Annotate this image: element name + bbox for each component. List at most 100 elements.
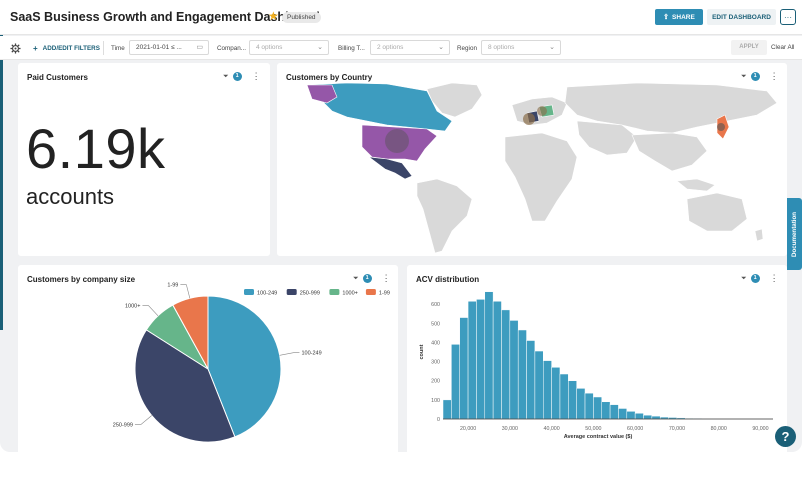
pie-slice-label: 100-249 xyxy=(301,351,321,357)
histogram-bar[interactable] xyxy=(467,301,477,420)
histogram-bar[interactable] xyxy=(484,291,494,420)
histogram-bar[interactable] xyxy=(618,408,628,420)
histogram-bar[interactable] xyxy=(568,380,577,420)
histogram-bar[interactable] xyxy=(643,414,653,420)
status-badge: Published xyxy=(282,12,321,23)
histogram-bar[interactable] xyxy=(651,415,661,420)
x-tick-label: 80,000 xyxy=(711,426,727,432)
add-edit-filters-button[interactable]: + ADD/EDIT FILTERS xyxy=(33,36,100,60)
histogram-bar[interactable] xyxy=(459,317,469,420)
x-tick-label: 20,000 xyxy=(460,426,476,432)
histogram-bar[interactable] xyxy=(551,367,561,420)
chevron-down-icon: ⌄ xyxy=(549,44,555,51)
x-tick-label: 70,000 xyxy=(669,426,685,432)
plus-icon: + xyxy=(33,43,38,53)
histogram-bar[interactable] xyxy=(442,399,452,420)
filter-time-value: 2021-01-01 ≤ ... xyxy=(136,44,182,51)
filter-label-company: Compan... xyxy=(217,44,247,52)
histogram-bar[interactable] xyxy=(476,299,486,420)
dashboard-header: SaaS Business Growth and Engagement Dash… xyxy=(0,0,802,35)
share-icon: ⇪ xyxy=(663,14,670,21)
x-tick-label: 40,000 xyxy=(544,426,560,432)
clear-all-button[interactable]: Clear All xyxy=(771,40,794,55)
documentation-tab[interactable]: Documentation xyxy=(787,198,802,270)
help-button[interactable]: ? xyxy=(775,426,796,447)
histogram-bar[interactable] xyxy=(534,350,544,420)
big-number-subtitle: accounts xyxy=(26,184,115,209)
filter-region-select[interactable]: 8 options ⌄ xyxy=(481,40,561,55)
more-vertical-icon[interactable]: ⋮ xyxy=(770,72,779,81)
filter-billing-select[interactable]: 2 options ⌄ xyxy=(370,40,450,55)
favorite-star-icon[interactable]: ★ xyxy=(268,9,279,23)
pie-leader-line xyxy=(134,415,152,425)
calendar-icon: ▭ xyxy=(196,44,203,51)
share-button-label: SHARE xyxy=(672,13,695,21)
histogram-bar[interactable] xyxy=(526,340,536,420)
card-tools: ⏷ 1 ⋮ xyxy=(223,72,261,81)
legend-label[interactable]: 100-249 xyxy=(257,291,277,297)
customers-by-country-card: Customers by Country ⏷ 1 ⋮ xyxy=(277,63,787,256)
filter-icon[interactable]: ⏷ xyxy=(223,73,229,81)
x-tick-label: 60,000 xyxy=(627,426,643,432)
y-axis-label: count xyxy=(419,344,425,359)
share-button[interactable]: ⇪ SHARE xyxy=(655,9,703,25)
histogram-bar[interactable] xyxy=(609,404,619,420)
edit-dashboard-button[interactable]: EDIT DASHBOARD xyxy=(707,9,776,25)
y-tick-label: 200 xyxy=(431,379,440,385)
histogram-bar[interactable] xyxy=(559,373,569,420)
legend-label[interactable]: 1000+ xyxy=(342,291,357,297)
y-tick-label: 400 xyxy=(431,340,440,346)
card-title: Paid Customers xyxy=(27,73,88,82)
pie-leader-line xyxy=(142,305,159,316)
histogram-bar[interactable] xyxy=(509,320,519,420)
filter-time-select[interactable]: 2021-01-01 ≤ ... ▭ xyxy=(129,40,209,55)
histogram-bar[interactable] xyxy=(576,388,586,420)
filter-label-region: Region xyxy=(457,44,477,52)
filter-count-badge[interactable]: 1 xyxy=(232,72,242,81)
pie-leader-line xyxy=(180,284,191,299)
filter-label-time: Time xyxy=(111,44,125,52)
add-edit-filters-label: ADD/EDIT FILTERS xyxy=(42,44,100,52)
more-vertical-icon[interactable]: ⋮ xyxy=(252,72,261,81)
histogram-bar[interactable] xyxy=(593,396,602,420)
histogram-bar[interactable] xyxy=(451,344,460,420)
y-tick-label: 0 xyxy=(437,417,440,423)
histogram-chart[interactable]: 0 100 200 300 400 500 600 20,000 30,000 40,000 50,… xyxy=(407,265,787,452)
world-map[interactable] xyxy=(277,81,787,256)
histogram-bar[interactable] xyxy=(517,329,527,420)
pie-slice-label: 1-99 xyxy=(167,283,178,289)
histogram-bar[interactable] xyxy=(626,411,636,420)
filter-count-badge[interactable]: 1 xyxy=(750,72,760,81)
chevron-down-icon: ⌄ xyxy=(317,44,323,51)
x-tick-label: 50,000 xyxy=(585,426,601,432)
x-tick-label: 30,000 xyxy=(502,426,518,432)
dashboard-frame: SaaS Business Growth and Engagement Dash… xyxy=(0,0,802,452)
card-tools: ⏷ 1 ⋮ xyxy=(741,72,779,81)
filter-bar: + ADD/EDIT FILTERS Time 2021-01-01 ≤ ...… xyxy=(0,36,802,60)
legend-label[interactable]: 1-99 xyxy=(379,291,390,297)
legend-label[interactable]: 250-999 xyxy=(300,291,320,297)
histogram-bar[interactable] xyxy=(601,401,611,420)
histogram-bar[interactable] xyxy=(543,360,552,420)
filter-billing-value: 2 options xyxy=(377,44,404,51)
histogram-bar[interactable] xyxy=(501,309,511,420)
filter-region-value: 8 options xyxy=(488,44,515,51)
filter-icon[interactable]: ⏷ xyxy=(741,73,747,81)
pie-leader-line xyxy=(279,352,300,356)
filter-label-billing: Billing T... xyxy=(338,44,365,52)
y-tick-label: 300 xyxy=(431,360,440,366)
pie-chart[interactable]: 100-249 250-999 1000+ 1-99 100-249 250-999 100… xyxy=(18,265,398,452)
y-tick-label: 100 xyxy=(431,398,440,404)
histogram-bar[interactable] xyxy=(634,413,644,420)
customers-by-company-size-card: Customers by company size ⏷ 1 ⋮ 100-249 2… xyxy=(18,265,398,452)
filter-divider xyxy=(103,41,104,55)
apply-button[interactable]: APPLY xyxy=(731,40,767,55)
pie-slice-label: 1000+ xyxy=(125,304,140,310)
histogram-bar[interactable] xyxy=(584,392,594,420)
legend-swatch xyxy=(244,289,254,295)
filter-company-select[interactable]: 4 options ⌄ xyxy=(249,40,329,55)
chevron-down-icon: ⌄ xyxy=(438,44,444,51)
histogram-bar[interactable] xyxy=(492,301,502,420)
more-options-button[interactable]: ··· xyxy=(780,9,796,25)
settings-gear-icon[interactable] xyxy=(10,36,21,60)
